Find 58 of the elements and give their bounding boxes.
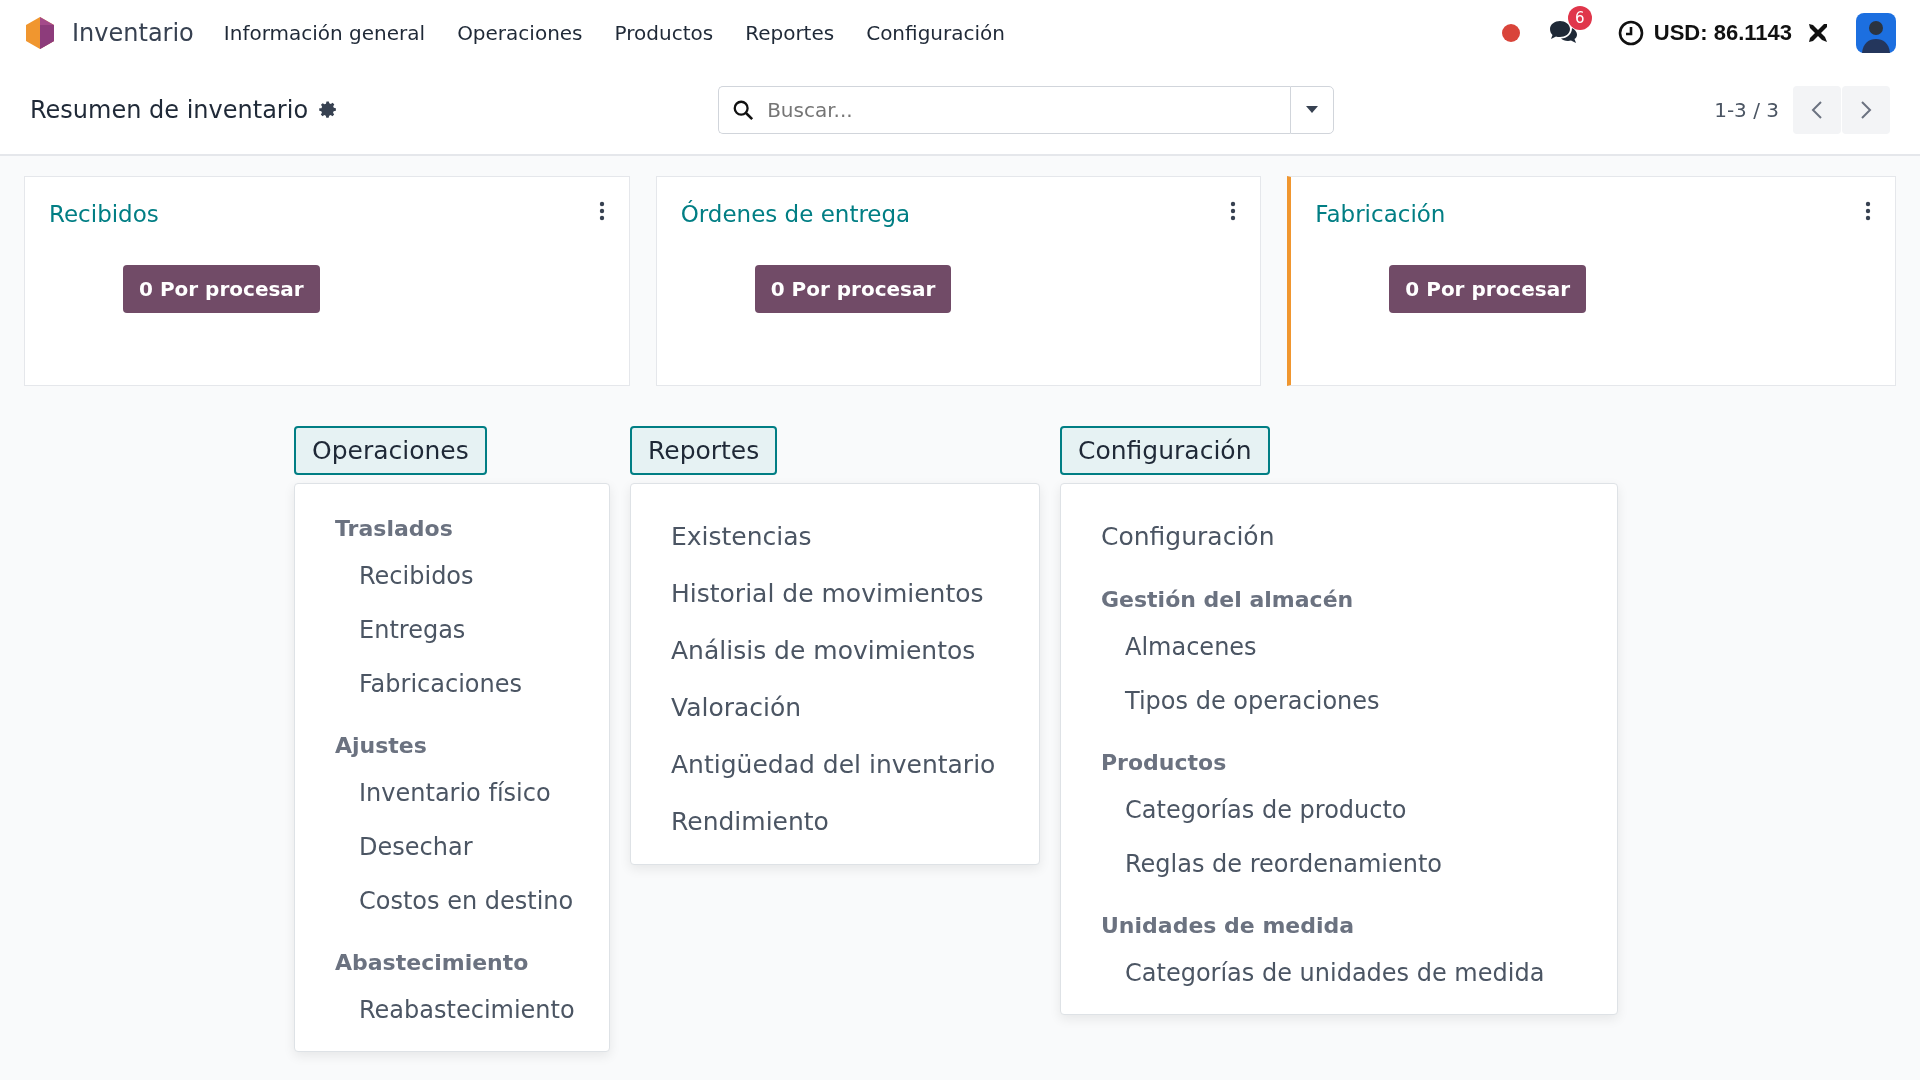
dropdown-item[interactable]: Existencias <box>631 508 1039 565</box>
dropdown-item[interactable]: Inventario físico <box>295 766 609 820</box>
kebab-menu-icon[interactable] <box>1230 201 1237 221</box>
nav-menu-item[interactable]: Reportes <box>745 21 835 45</box>
nav-menu-item[interactable]: Operaciones <box>457 21 583 45</box>
menu-section-header: Ajustes <box>334 732 428 760</box>
app-name[interactable]: Inventario <box>72 19 194 47</box>
menu-button[interactable]: Operaciones <box>294 426 487 475</box>
dropdown-item[interactable]: Fabricaciones <box>295 657 609 711</box>
menu-section-header: Abastecimiento <box>334 949 530 977</box>
chat-icon[interactable] <box>1547 20 1578 46</box>
nav-menu-item[interactable]: Productos <box>614 21 714 45</box>
dropdown-item[interactable]: Categorías de unidades de medida <box>1061 946 1617 1000</box>
to-process-button[interactable]: 0 Por procesar <box>1389 265 1587 313</box>
message-count-badge: 6 <box>1567 6 1592 30</box>
to-process-button[interactable]: 0 Por procesar <box>754 265 952 313</box>
dropdown-item[interactable]: Reabastecimiento <box>295 983 609 1037</box>
dropdown-item[interactable]: Análisis de movimientos <box>631 622 1039 679</box>
dropdown-item[interactable]: Almacenes <box>1061 620 1617 674</box>
clock-icon[interactable] <box>1617 20 1644 46</box>
menu-section-header: Productos <box>1100 749 1228 777</box>
nav-menu-item[interactable]: Configuración <box>866 21 1005 45</box>
status-dot[interactable] <box>1501 24 1520 42</box>
card-title[interactable]: Recibidos <box>49 197 159 227</box>
search-icon <box>732 99 755 121</box>
kebab-menu-icon[interactable] <box>598 201 605 221</box>
pager-value[interactable]: 1-3 / 3 <box>1714 98 1779 122</box>
dropdown-item[interactable]: Entregas <box>295 603 609 657</box>
app-logo-icon[interactable] <box>24 16 56 50</box>
card-title[interactable]: Órdenes de entrega <box>680 197 911 227</box>
menu-section-header: Traslados <box>334 515 454 543</box>
page-title: Resumen de inventario <box>30 96 309 124</box>
nav-menu-item[interactable]: Información general <box>223 21 426 45</box>
menu-section-header: Unidades de medida <box>1100 912 1356 940</box>
dropdown-item[interactable]: Antigüedad del inventario <box>631 736 1039 793</box>
menu-section-header: Gestión del almacén <box>1100 586 1355 614</box>
dropdown-item[interactable]: Costos en destino <box>295 874 609 928</box>
menu-button[interactable]: Reportes <box>630 426 778 475</box>
menu-button[interactable]: Configuración <box>1060 426 1270 475</box>
dropdown-item[interactable]: Rendimiento <box>631 793 1039 850</box>
chevron-left-icon <box>1811 100 1823 120</box>
dropdown-item[interactable]: Historial de movimientos <box>631 565 1039 622</box>
to-process-button[interactable]: 0 Por procesar <box>123 265 320 313</box>
dropdown-item[interactable]: Reglas de reordenamiento <box>1061 837 1617 891</box>
user-avatar[interactable] <box>1856 13 1896 53</box>
dropdown-item[interactable]: Configuración <box>1061 508 1617 565</box>
card-title[interactable]: Fabricación <box>1315 197 1446 227</box>
dropdown-item[interactable]: Categorías de producto <box>1061 783 1617 837</box>
currency-rate[interactable]: USD: 86.1143 <box>1653 20 1792 46</box>
dropdown-item[interactable]: Recibidos <box>295 549 609 603</box>
kebab-menu-icon[interactable] <box>1865 201 1871 221</box>
chevron-right-icon <box>1860 100 1872 120</box>
dropdown-item[interactable]: Desechar <box>295 820 609 874</box>
dropdown-item[interactable]: Valoración <box>631 679 1039 736</box>
settings-icon[interactable] <box>318 100 339 120</box>
dropdown-item[interactable]: Tipos de operaciones <box>1061 674 1617 728</box>
caret-icon <box>1306 106 1319 114</box>
search-field[interactable]: Buscar... <box>718 86 1291 134</box>
